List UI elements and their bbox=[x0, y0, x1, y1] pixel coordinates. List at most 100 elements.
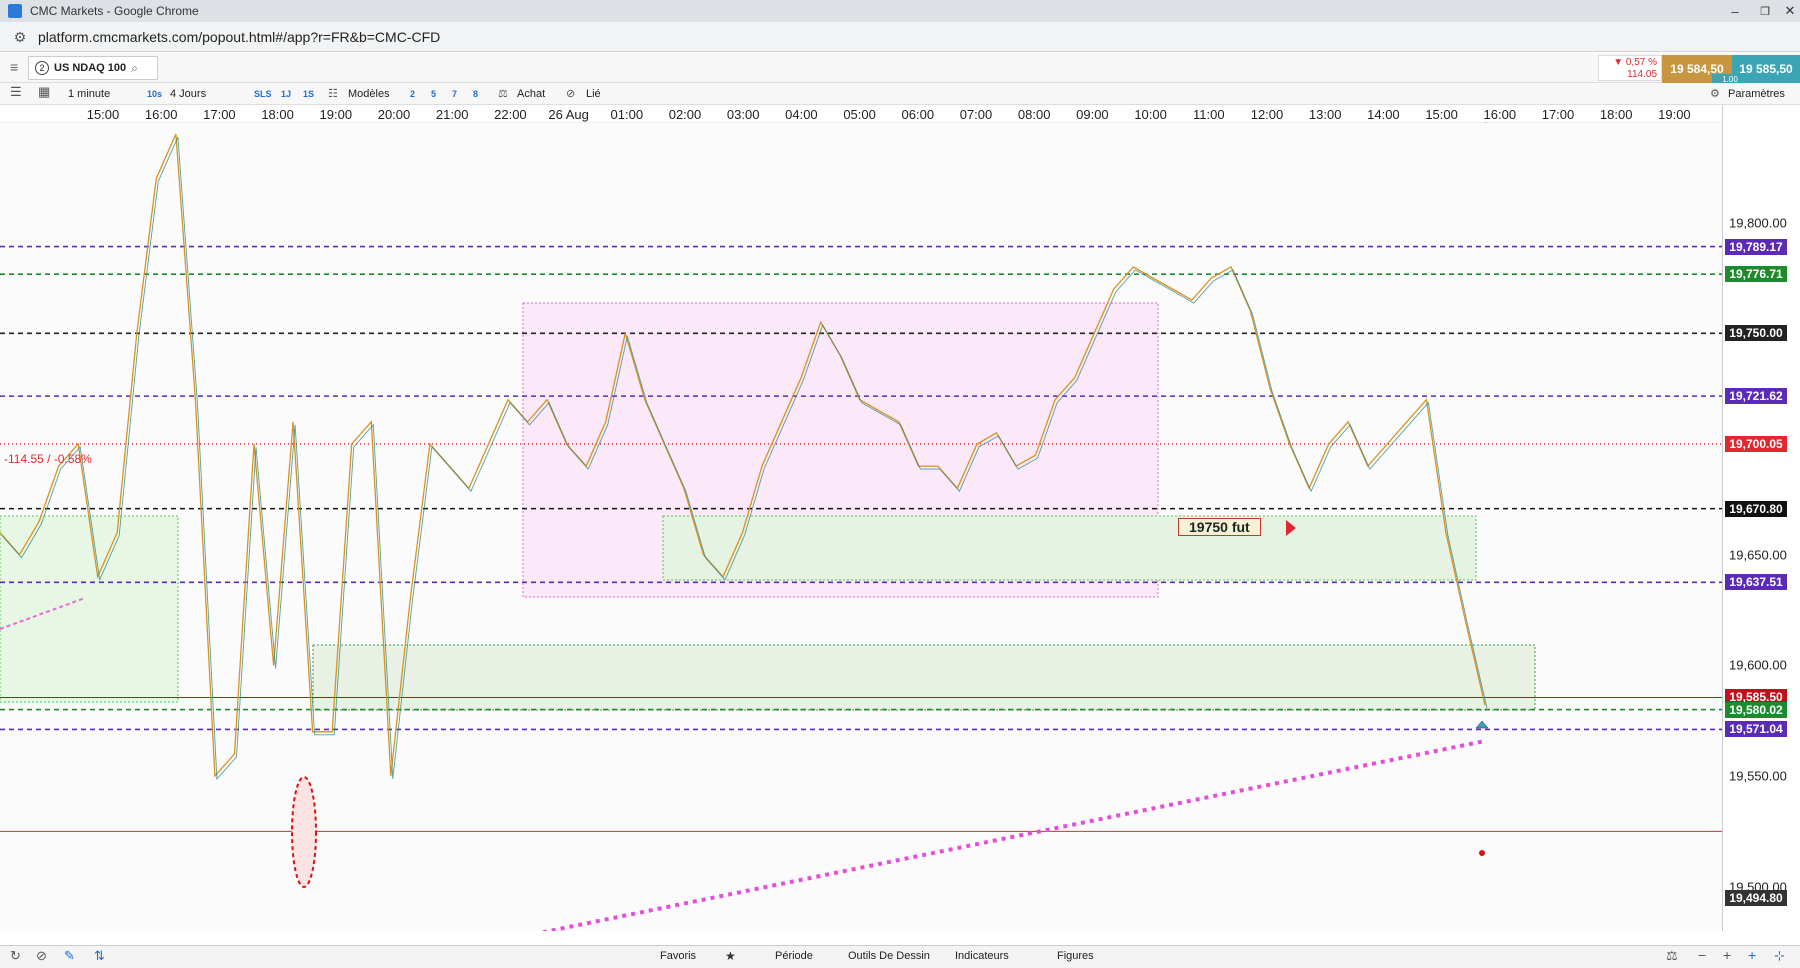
tab-favoris[interactable]: Favoris bbox=[660, 950, 696, 962]
tf-sls-button[interactable]: SLS bbox=[254, 83, 272, 105]
time-tick-label: 19:00 bbox=[319, 107, 353, 122]
time-tick-label: 08:00 bbox=[1017, 107, 1051, 122]
address-bar[interactable]: ⚙ platform.cmcmarkets.com/popout.html#/a… bbox=[0, 22, 1800, 52]
preset-8-button[interactable]: 8 bbox=[473, 83, 478, 105]
instrument-number-badge: 2 bbox=[35, 61, 49, 75]
time-tick-label: 17:00 bbox=[203, 107, 236, 122]
price-level-tag[interactable]: 19,789.17 bbox=[1725, 238, 1787, 255]
time-tick-label: 01:00 bbox=[610, 107, 644, 122]
time-tick-label: 19:00 bbox=[1658, 107, 1691, 122]
pencil-icon[interactable]: ✎ bbox=[64, 948, 75, 964]
tab-outils-dessin[interactable]: Outils De Dessin bbox=[848, 950, 930, 962]
settings-icon[interactable]: ⚙ bbox=[1710, 83, 1720, 105]
star-icon[interactable]: ★ bbox=[725, 949, 736, 963]
change-box: ▼ 0,57 % 114.05 bbox=[1598, 55, 1662, 81]
list-icon[interactable]: ☰ bbox=[10, 81, 22, 103]
price-tick-label: 19,600.00 bbox=[1729, 657, 1787, 673]
models-button[interactable]: Modèles bbox=[348, 83, 390, 105]
time-tick-label: 18:00 bbox=[1599, 107, 1633, 122]
time-tick-label: 21:00 bbox=[435, 107, 469, 122]
buy-link[interactable]: Achat bbox=[517, 83, 545, 105]
time-tick-label: 03:00 bbox=[726, 107, 760, 122]
time-tick-label: 16:00 bbox=[144, 107, 178, 122]
time-tick-label: 22:00 bbox=[494, 107, 527, 122]
current-price-marker bbox=[1475, 720, 1489, 729]
search-icon[interactable]: ⌕ bbox=[131, 61, 138, 76]
tf-10s-button[interactable]: 10s bbox=[147, 83, 162, 105]
interval-select[interactable]: 1 minute bbox=[68, 83, 110, 105]
time-tick-label: 12:00 bbox=[1250, 107, 1284, 122]
no-drawing-icon[interactable]: ⊘ bbox=[36, 948, 47, 964]
preset-2-button[interactable]: 2 bbox=[410, 83, 415, 105]
time-tick-label: 02:00 bbox=[668, 107, 702, 122]
price-level-tag[interactable]: 19,637.51 bbox=[1725, 574, 1787, 591]
models-icon[interactable]: ☷ bbox=[328, 83, 338, 105]
window-titlebar: CMC Markets - Google Chrome – ❐ ✕ bbox=[0, 0, 1800, 22]
site-info-icon[interactable]: ⚙ bbox=[12, 29, 28, 45]
price-level-tag[interactable]: 19,776.71 bbox=[1725, 266, 1787, 283]
zoom-out-icon[interactable]: − bbox=[1698, 947, 1706, 963]
scale-icon[interactable]: ⚖ bbox=[498, 83, 508, 105]
linked-toggle[interactable]: Lié bbox=[586, 83, 601, 105]
price-level-tag[interactable]: 19,700.05 bbox=[1725, 435, 1787, 452]
time-tick-label: 15:00 bbox=[86, 107, 120, 122]
instrument-name: US NDAQ 100 bbox=[54, 62, 127, 74]
window-title: CMC Markets - Google Chrome bbox=[30, 4, 199, 18]
time-tick-label: 10:00 bbox=[1134, 107, 1167, 122]
order-marker[interactable] bbox=[1479, 850, 1485, 856]
swap-icon[interactable]: ⇅ bbox=[94, 948, 105, 964]
price-level-tag[interactable]: 19,670.80 bbox=[1725, 500, 1787, 517]
preset-5-button[interactable]: 5 bbox=[431, 83, 436, 105]
fit-icon[interactable]: ⊹ bbox=[1774, 948, 1785, 964]
settings-button[interactable]: Paramètres bbox=[1728, 83, 1785, 105]
price-level-tag[interactable]: 19,721.62 bbox=[1725, 388, 1787, 405]
time-tick-label: 11:00 bbox=[1193, 107, 1225, 122]
time-axis: 15:00 16:00 17:00 18:00 19:00 20:00 21:00 22:00… bbox=[0, 105, 1722, 123]
refresh-icon[interactable]: ↻ bbox=[10, 948, 21, 964]
time-tick-label: 07:00 bbox=[959, 107, 993, 122]
preset-7-button[interactable]: 7 bbox=[452, 83, 457, 105]
low-highlight-ellipse bbox=[291, 776, 317, 888]
price-level-tag[interactable]: 19,750.00 bbox=[1725, 325, 1787, 342]
change-percent: ▼ 0,57 % bbox=[1613, 57, 1657, 68]
tab-periode[interactable]: Période bbox=[775, 950, 813, 962]
price-level-tag[interactable]: 19,494.80 bbox=[1725, 890, 1787, 907]
layout-grid-icon[interactable]: ▦ bbox=[38, 81, 50, 103]
price-level-tag[interactable]: 19,580.02 bbox=[1725, 701, 1787, 718]
fut-arrow-icon bbox=[1286, 520, 1296, 536]
chart-svg[interactable] bbox=[0, 123, 1722, 945]
zoom-in-icon[interactable]: + bbox=[1723, 947, 1731, 963]
tab-indicateurs[interactable]: Indicateurs bbox=[955, 950, 1009, 962]
price-chart[interactable]: 19750 fut -114.55 / -0.58% bbox=[0, 123, 1722, 945]
price-tick-label: 19,800.00 bbox=[1729, 215, 1787, 231]
tf-1s-button[interactable]: 1S bbox=[303, 83, 314, 105]
change-points: 114.05 bbox=[1627, 69, 1657, 80]
crosshair-icon[interactable]: + bbox=[1748, 947, 1756, 963]
time-tick-label: 04:00 bbox=[785, 107, 818, 122]
price-axis[interactable]: 19,800.00 19,750.00 19,650.00 19,600.00 19,5… bbox=[1722, 105, 1800, 931]
green-zone-mid bbox=[662, 515, 1477, 581]
change-label: -114.55 / -0.58% bbox=[4, 452, 92, 466]
tf-1j-button[interactable]: 1J bbox=[281, 83, 291, 105]
bottom-toolbar: ↻ ⊘ ✎ ⇅ Favoris ★ Période Outils De Dess… bbox=[0, 945, 1800, 968]
menu-icon[interactable]: ≡ bbox=[10, 59, 18, 75]
green-zone-left bbox=[0, 515, 179, 703]
instrument-selector[interactable]: 2 US NDAQ 100 ⌕ bbox=[28, 56, 158, 80]
green-zone-lower bbox=[312, 644, 1536, 711]
time-tick-label: 14:00 bbox=[1367, 107, 1400, 122]
instrument-toolbar: ≡ 2 US NDAQ 100 ⌕ ▼ 0,57 % 114.05 bbox=[0, 53, 1800, 83]
url-text[interactable]: platform.cmcmarkets.com/popout.html#/app… bbox=[38, 29, 440, 45]
time-tick-label: 15:00 bbox=[1425, 107, 1458, 122]
close-button[interactable]: ✕ bbox=[1770, 0, 1800, 22]
time-tick-label: 05:00 bbox=[843, 107, 876, 122]
fut-level-label[interactable]: 19750 fut bbox=[1178, 518, 1261, 536]
price-tick-label: 19,650.00 bbox=[1729, 547, 1787, 563]
time-tick-label: 17:00 bbox=[1541, 107, 1575, 122]
range-select[interactable]: 4 Jours bbox=[170, 83, 206, 105]
tab-figures[interactable]: Figures bbox=[1057, 950, 1094, 962]
scale-tool-icon[interactable]: ⚖ bbox=[1666, 948, 1678, 964]
time-tick-label: 13:00 bbox=[1308, 107, 1342, 122]
price-level-tag[interactable]: 19,571.04 bbox=[1725, 721, 1787, 738]
time-tick-label: 16:00 bbox=[1483, 107, 1517, 122]
link-icon[interactable]: ⊘ bbox=[566, 83, 575, 105]
